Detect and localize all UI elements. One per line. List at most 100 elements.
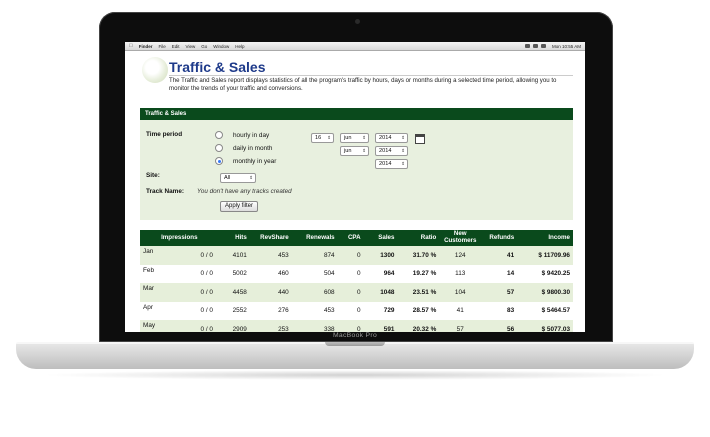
cell-refunds: 41 xyxy=(481,246,518,265)
cell-income: $ 9800.30 xyxy=(517,283,573,302)
cell-hits: 2552 xyxy=(215,301,250,320)
col-month[interactable] xyxy=(140,230,159,246)
cell-sales: 1048 xyxy=(363,283,398,302)
col-impressions[interactable]: Impressions xyxy=(158,230,216,246)
cell-impressions: 0 / 0 xyxy=(158,264,216,283)
time-period-label: Time period xyxy=(146,131,183,138)
cell-month: Feb xyxy=(140,264,159,283)
cell-cpa: 0 xyxy=(337,283,364,302)
select-monthly-year-value: 2014 xyxy=(379,161,392,167)
col-cpa[interactable]: CPA xyxy=(337,230,364,246)
cell-new-customers: 124 xyxy=(439,246,482,265)
menu-window[interactable]: Window xyxy=(213,44,229,49)
col-new-customers[interactable]: New Customers xyxy=(439,230,482,246)
menubar-status-area: Mon 10:55 AM xyxy=(522,44,581,49)
radio-daily[interactable] xyxy=(215,144,223,152)
col-hits[interactable]: Hits xyxy=(215,230,250,246)
menu-app-finder[interactable]: Finder xyxy=(139,44,153,49)
cell-sales: 591 xyxy=(363,320,398,332)
cell-refunds: 83 xyxy=(481,301,518,320)
cell-hits: 5002 xyxy=(215,264,250,283)
menu-file[interactable]: File xyxy=(159,44,166,49)
cell-ratio: 19.27 % xyxy=(397,264,440,283)
select-hourly-year[interactable]: 2014 ⇕ xyxy=(375,133,408,143)
option-hourly[interactable]: hourly in day xyxy=(215,131,269,139)
option-daily-label: daily in month xyxy=(233,144,273,152)
cell-revshare: 460 xyxy=(249,264,292,283)
cell-cpa: 0 xyxy=(337,264,364,283)
site-label: Site: xyxy=(146,172,160,179)
table-row: Apr 0 / 0 2552 276 453 0 729 28.57 % 41 … xyxy=(140,301,573,320)
cell-ratio: 31.70 % xyxy=(397,246,440,265)
wifi-icon[interactable] xyxy=(524,44,530,48)
traffic-sales-table: Impressions Hits RevShare Renewals CPA S… xyxy=(140,230,573,332)
select-site-value: All xyxy=(224,175,231,181)
select-hourly-month-value: jun xyxy=(344,135,352,141)
cell-ratio: 28.57 % xyxy=(397,301,440,320)
col-renewals[interactable]: Renewals xyxy=(291,230,338,246)
cell-sales: 1300 xyxy=(363,246,398,265)
radio-monthly[interactable] xyxy=(215,157,223,165)
menu-go[interactable]: Go xyxy=(201,44,207,49)
cell-impressions: 0 / 0 xyxy=(158,246,216,265)
camera-icon xyxy=(355,19,360,24)
menubar-clock[interactable]: Mon 10:55 AM xyxy=(552,44,581,49)
select-hourly-day-value: 16 xyxy=(315,135,322,141)
col-income[interactable]: Income xyxy=(517,230,573,246)
table-row: Jan 0 / 0 4101 453 874 0 1300 31.70 % 12… xyxy=(140,246,573,265)
cell-sales: 964 xyxy=(363,264,398,283)
apply-filter-button[interactable]: Apply filter xyxy=(220,201,259,212)
select-daily-month[interactable]: jun ⇕ xyxy=(340,146,369,156)
menu-view[interactable]: View xyxy=(186,44,196,49)
select-hourly-year-value: 2014 xyxy=(379,135,392,141)
cell-new-customers: 57 xyxy=(439,320,482,332)
laptop-base xyxy=(16,342,694,369)
trackpad-notch xyxy=(325,342,385,346)
cell-revshare: 253 xyxy=(249,320,292,332)
track-note: You don't have any tracks created xyxy=(197,188,292,195)
menu-edit[interactable]: Edit xyxy=(172,44,180,49)
filter-header: Traffic & Sales xyxy=(140,108,573,120)
device-brand-label: MacBook Pro xyxy=(332,332,378,339)
cell-renewals: 874 xyxy=(291,246,338,265)
cell-cpa: 0 xyxy=(337,320,364,332)
col-sales[interactable]: Sales xyxy=(363,230,398,246)
radio-hourly[interactable] xyxy=(215,131,223,139)
select-hourly-month[interactable]: jun ⇕ xyxy=(340,133,369,143)
cell-cpa: 0 xyxy=(337,246,364,265)
cell-new-customers: 41 xyxy=(439,301,482,320)
option-daily[interactable]: daily in month xyxy=(215,144,272,152)
menu-help[interactable]: Help xyxy=(235,44,244,49)
chevron-updown-icon: ⇕ xyxy=(362,135,366,140)
cell-income: $ 9420.25 xyxy=(517,264,573,283)
select-daily-year-value: 2014 xyxy=(379,148,392,154)
select-hourly-day[interactable]: 16 ⇕ xyxy=(311,133,334,143)
col-ratio[interactable]: Ratio xyxy=(397,230,440,246)
cell-income: $ 11709.96 xyxy=(517,246,573,265)
cell-renewals: 453 xyxy=(291,301,338,320)
select-monthly-year[interactable]: 2014 ⇕ xyxy=(375,159,408,169)
cell-renewals: 608 xyxy=(291,283,338,302)
cell-impressions: 0 / 0 xyxy=(158,283,216,302)
col-revshare[interactable]: RevShare xyxy=(249,230,292,246)
col-refunds[interactable]: Refunds xyxy=(481,230,518,246)
volume-icon[interactable] xyxy=(532,44,538,48)
cell-income: $ 5077.03 xyxy=(517,320,573,332)
cell-refunds: 14 xyxy=(481,264,518,283)
battery-icon[interactable] xyxy=(540,44,546,48)
select-daily-year[interactable]: 2014 ⇕ xyxy=(375,146,408,156)
cell-income: $ 5464.57 xyxy=(517,301,573,320)
option-monthly[interactable]: monthly in year xyxy=(215,157,276,165)
chevron-updown-icon: ⇕ xyxy=(249,175,253,180)
table-header-row: Impressions Hits RevShare Renewals CPA S… xyxy=(140,230,573,246)
table-row: Mar 0 / 0 4458 440 608 0 1048 23.51 % 10… xyxy=(140,283,573,302)
cell-impressions: 0 / 0 xyxy=(158,320,216,332)
apple-icon[interactable]:  xyxy=(129,43,133,49)
calendar-icon[interactable] xyxy=(415,134,425,144)
option-monthly-label: monthly in year xyxy=(233,157,277,165)
cell-month: Mar xyxy=(140,283,159,302)
screen:  Finder File Edit View Go Window Help M… xyxy=(125,42,585,332)
table-row: Feb 0 / 0 5002 460 504 0 964 19.27 % 113… xyxy=(140,264,573,283)
select-site[interactable]: All ⇕ xyxy=(220,173,256,183)
track-name-label: Track Name: xyxy=(146,188,185,195)
